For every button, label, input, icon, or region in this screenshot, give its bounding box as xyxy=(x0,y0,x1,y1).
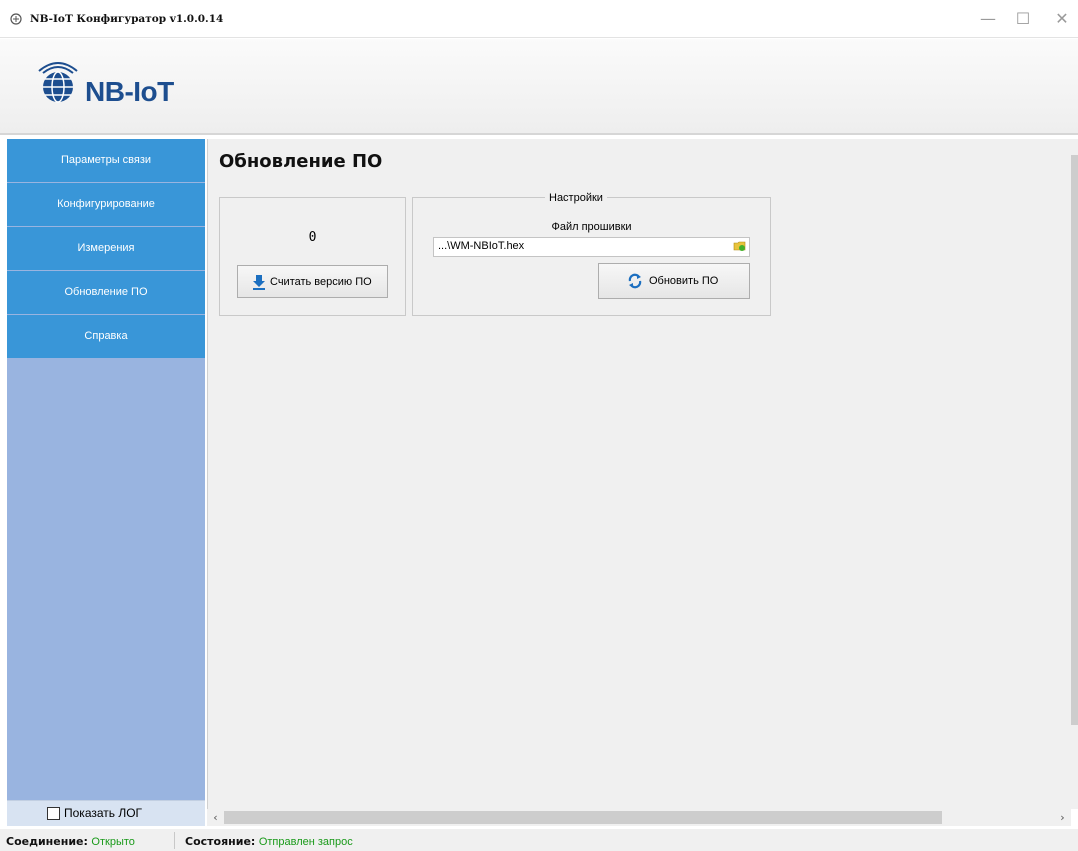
show-log-checkbox[interactable] xyxy=(47,807,60,820)
update-firmware-label: Обновить ПО xyxy=(649,275,719,287)
page-title: Обновление ПО xyxy=(219,151,383,172)
maximize-button[interactable]: ☐ xyxy=(1011,8,1035,30)
sidebar-item-connection-params[interactable]: Параметры связи xyxy=(7,139,205,182)
state-label: Состояние: xyxy=(185,835,256,848)
scroll-left-icon[interactable]: ‹ xyxy=(207,809,224,826)
show-log-label: Показать ЛОГ xyxy=(64,806,143,820)
refresh-icon xyxy=(628,273,642,289)
main-panel: Обновление ПО 0 Считать версию ПО Настро… xyxy=(207,139,1071,809)
connection-status: Соединение: Открыто xyxy=(6,835,135,848)
read-version-label: Считать версию ПО xyxy=(270,276,372,288)
globe-icon xyxy=(38,62,78,103)
horizontal-scrollbar-thumb[interactable] xyxy=(224,811,942,824)
sidebar-item-help[interactable]: Справка xyxy=(7,315,205,358)
vertical-scrollbar-thumb[interactable] xyxy=(1071,155,1078,725)
header: NB-IoT xyxy=(0,39,1078,135)
version-group: 0 Считать версию ПО xyxy=(219,197,406,316)
scroll-right-icon[interactable]: › xyxy=(1054,809,1071,826)
read-version-button[interactable]: Считать версию ПО xyxy=(237,265,388,298)
title-bar: NB-IoT Конфигуратор v1.0.0.14 — ☐ ✕ xyxy=(0,0,1078,38)
connection-value: Открыто xyxy=(91,836,135,848)
sidebar: Параметры связи Конфигурирование Измерен… xyxy=(7,139,205,826)
sidebar-item-measurements[interactable]: Измерения xyxy=(7,227,205,270)
version-value: 0 xyxy=(308,230,317,245)
window-title: NB-IoT Конфигуратор v1.0.0.14 xyxy=(30,13,224,25)
horizontal-scrollbar[interactable]: ‹ › xyxy=(207,809,1071,826)
state-value: Отправлен запрос xyxy=(258,836,353,848)
logo: NB-IoT xyxy=(33,55,183,107)
download-icon xyxy=(253,275,265,290)
state-status: Состояние: Отправлен запрос xyxy=(185,835,353,848)
sidebar-item-firmware-update[interactable]: Обновление ПО xyxy=(7,271,205,314)
minimize-button[interactable]: — xyxy=(976,8,1000,30)
sidebar-item-configuration[interactable]: Конфигурирование xyxy=(7,183,205,226)
vertical-scrollbar[interactable] xyxy=(1071,139,1078,809)
firmware-file-label: Файл прошивки xyxy=(551,221,632,233)
open-folder-icon[interactable] xyxy=(733,239,747,253)
app-icon xyxy=(10,13,22,25)
status-divider xyxy=(174,832,175,849)
update-firmware-button[interactable]: Обновить ПО xyxy=(598,263,750,299)
settings-group: Настройки Файл прошивки ...\WM-NBIoT.hex… xyxy=(412,192,771,316)
close-button[interactable]: ✕ xyxy=(1050,8,1074,30)
logo-text: NB-IoT xyxy=(85,76,174,107)
show-log-toggle[interactable]: Показать ЛОГ xyxy=(7,800,205,826)
connection-label: Соединение: xyxy=(6,835,88,848)
settings-legend: Настройки xyxy=(545,192,607,204)
firmware-path-field[interactable]: ...\WM-NBIoT.hex xyxy=(433,237,750,257)
status-bar: Соединение: Открыто Состояние: Отправлен… xyxy=(0,829,1078,851)
